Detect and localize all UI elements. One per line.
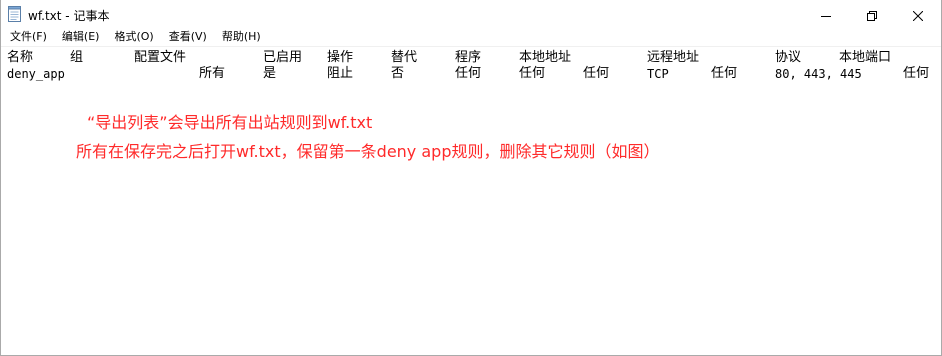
maximize-button[interactable] [849,0,895,30]
column-header: 组 [70,50,84,65]
rule-action: 阻止 [327,66,354,81]
rule-local-address: 任何 [519,66,546,81]
column-header: 远程地址 [647,50,700,65]
rule-remote-address-2: 任何 [711,66,738,81]
column-header: 程序 [455,50,482,65]
annotation-line-2: 所有在保存完之后打开wf.txt，保留第一条deny app规则，删除其它规则（… [76,142,660,161]
column-header: 本地地址 [519,50,572,65]
rule-name: deny_app [7,67,65,81]
rule-remote-address: 任何 [583,66,610,81]
column-header: 本地端口 [839,50,892,65]
maximize-icon [867,6,877,25]
minimize-icon [821,6,831,25]
rule-profile: 所有 [199,66,226,81]
column-header: 操作 [327,50,354,65]
menu-view[interactable]: 查看(V) [161,28,214,46]
rule-program: 任何 [455,66,482,81]
text-editor[interactable]: 名称 组 配置文件 已启用 操作 替代 程序 本地地址 远程地址 协议 本地端口… [1,47,941,355]
rule-enabled: 是 [263,66,277,81]
column-header: 配置文件 [134,50,187,65]
rule-remote-port: 任何 [903,66,930,81]
title-bar[interactable]: wf.txt - 记事本 [1,0,941,30]
rule-override: 否 [391,66,405,81]
annotation-line-1: “导出列表”会导出所有出站规则到wf.txt [87,113,373,132]
column-header: 协议 [775,50,802,65]
window-title: wf.txt - 记事本 [28,9,110,23]
notepad-window: wf.txt - 记事本 文件(F) 编辑(E) 格式(O) 查看(V) 帮助(… [0,0,942,356]
column-header: 已启用 [263,50,303,65]
rule-line: deny_app 所有 是 阻止 否 任何 任何 任何 TCP 任何 80, 4… [1,66,941,84]
rule-local-port: 80, 443, 445 [775,67,862,81]
menu-edit[interactable]: 编辑(E) [54,28,107,46]
menu-format[interactable]: 格式(O) [106,28,160,46]
close-icon [912,6,924,25]
menu-file[interactable]: 文件(F) [1,28,54,46]
close-button[interactable] [895,0,941,30]
rule-protocol: TCP [647,67,669,81]
menu-bar: 文件(F) 编辑(E) 格式(O) 查看(V) 帮助(H) [1,28,941,46]
column-header: 名称 [7,50,34,65]
menu-help[interactable]: 帮助(H) [214,28,268,46]
column-header: 替代 [391,50,418,65]
notepad-icon [8,6,21,22]
minimize-button[interactable] [803,0,849,30]
